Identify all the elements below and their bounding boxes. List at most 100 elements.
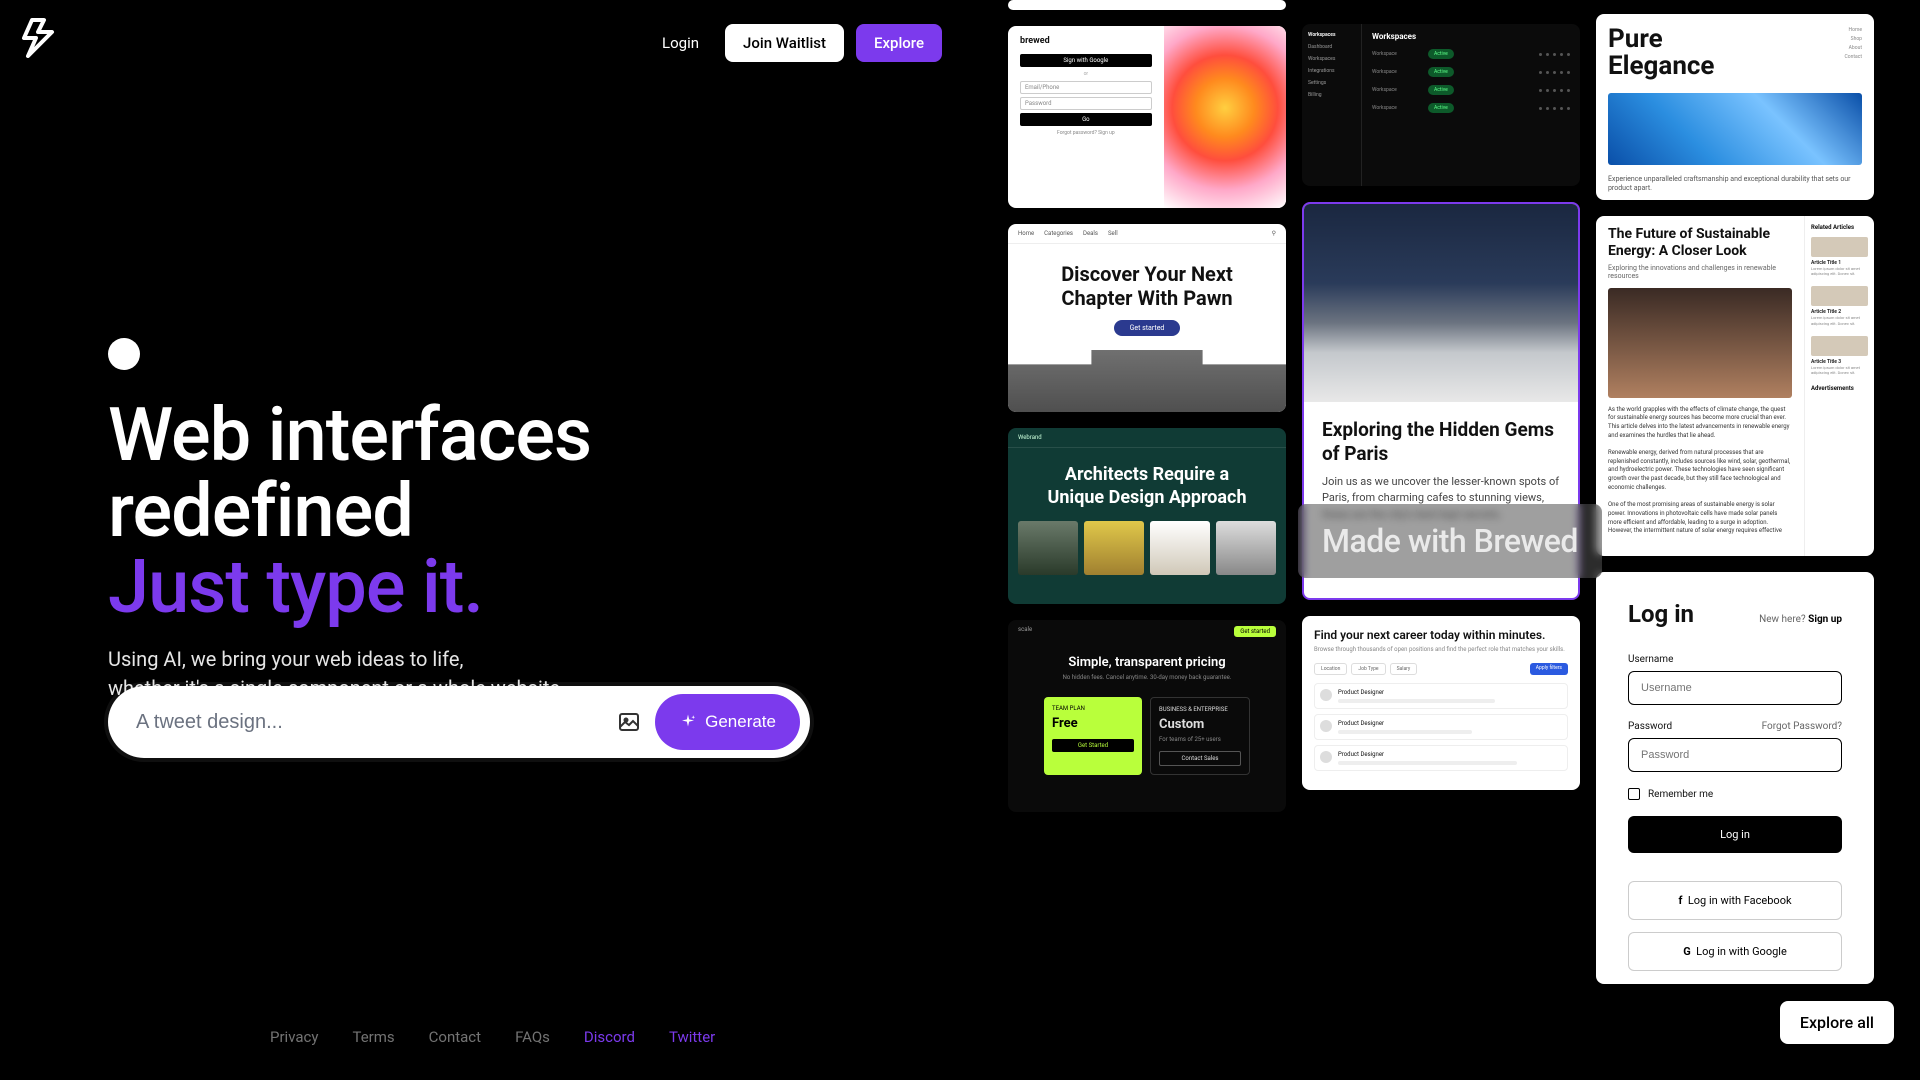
card-sidebar: Workspaces Dashboard Workspaces Integrat… bbox=[1302, 24, 1362, 186]
login-facebook-button: f Log in with Facebook bbox=[1628, 881, 1842, 920]
card-title: Simple, transparent pricing bbox=[1008, 655, 1286, 670]
card-title: PureElegance bbox=[1608, 26, 1714, 81]
gallery-card-brewed-login[interactable]: brewed Sign with Google or Email/Phone P… bbox=[1008, 26, 1286, 208]
workspace-row: WorkspaceActive bbox=[1372, 103, 1570, 113]
remember-label: Remember me bbox=[1648, 789, 1713, 800]
footer-terms[interactable]: Terms bbox=[352, 1028, 394, 1046]
nav-item: Sell bbox=[1108, 230, 1118, 237]
footer-faqs[interactable]: FAQs bbox=[515, 1028, 550, 1046]
password-input bbox=[1628, 738, 1842, 772]
filter-chip: Salary bbox=[1390, 663, 1418, 675]
gallery-card-architects[interactable]: Webrand Architects Require a Unique Desi… bbox=[1008, 428, 1286, 604]
related-article: Article Title 3Lorem ipsum dolor sit ame… bbox=[1811, 336, 1868, 375]
footer-privacy[interactable]: Privacy bbox=[270, 1028, 318, 1046]
card-subtitle: Exploring the innovations and challenges… bbox=[1608, 264, 1792, 280]
hero-title: Web interfaces redefined Just type it. bbox=[108, 398, 828, 627]
plan-desc: For teams of 25+ users bbox=[1159, 736, 1241, 743]
gallery: brewed Sign with Google or Email/Phone P… bbox=[1008, 0, 1920, 1080]
card-nav: scale Get started bbox=[1008, 620, 1286, 643]
plan-tag: TEAM PLAN bbox=[1052, 705, 1134, 712]
card-brand: scale bbox=[1018, 626, 1032, 637]
card-main: Workspaces WorkspaceActive WorkspaceActi… bbox=[1362, 24, 1580, 186]
forgot-password-link: Forgot Password? bbox=[1762, 721, 1842, 738]
footer-discord[interactable]: Discord bbox=[584, 1028, 635, 1046]
plan-button: Contact Sales bbox=[1159, 751, 1241, 766]
card-button: Go bbox=[1020, 113, 1152, 126]
prompt-input[interactable] bbox=[136, 711, 603, 734]
checkbox-icon bbox=[1628, 788, 1640, 800]
image-upload-icon[interactable] bbox=[617, 710, 641, 734]
plan-button: Get Started bbox=[1052, 739, 1134, 752]
gallery-card-career[interactable]: Find your next career today within minut… bbox=[1302, 616, 1580, 790]
remember-me: Remember me bbox=[1628, 788, 1842, 800]
card-subtitle: No hidden fees. Cancel anytime. 30-day m… bbox=[1008, 674, 1286, 681]
login-button: Log in bbox=[1628, 816, 1842, 853]
footer-links: Privacy Terms Contact FAQs Discord Twitt… bbox=[270, 1028, 715, 1046]
gallery-card-pure-elegance[interactable]: PureElegance HomeShopAboutContact Experi… bbox=[1596, 14, 1874, 200]
username-label: Username bbox=[1628, 654, 1842, 665]
sidebar-item: Dashboard bbox=[1308, 44, 1355, 50]
card-title: Architects Require a Unique Design Appro… bbox=[1008, 448, 1286, 521]
job-row: Product Designer bbox=[1314, 714, 1568, 740]
footer-contact[interactable]: Contact bbox=[429, 1028, 481, 1046]
card-subtitle: Browse through thousands of open positio… bbox=[1314, 646, 1568, 653]
card-cta: Get started bbox=[1234, 626, 1276, 637]
username-input bbox=[1628, 671, 1842, 705]
apply-button: Apply filters bbox=[1530, 663, 1568, 675]
login-link[interactable]: Login bbox=[648, 26, 713, 60]
gallery-card-workspaces[interactable]: Workspaces Dashboard Workspaces Integrat… bbox=[1302, 24, 1580, 186]
related-article: Article Title 1Lorem ipsum dolor sit ame… bbox=[1811, 237, 1868, 276]
prompt-bar: Generate bbox=[108, 686, 810, 758]
sidebar-ads-title: Advertisements bbox=[1811, 385, 1868, 392]
job-title: Product Designer bbox=[1338, 751, 1562, 758]
hero-dot-icon bbox=[108, 338, 140, 370]
nav-item: Deals bbox=[1083, 230, 1098, 237]
card-body: Experience unparalleled craftsmanship an… bbox=[1596, 165, 1874, 200]
logo[interactable] bbox=[14, 14, 62, 66]
join-waitlist-button[interactable]: Join Waitlist bbox=[725, 24, 844, 62]
password-label: Password bbox=[1628, 721, 1672, 732]
sidebar-item: Integrations bbox=[1308, 68, 1355, 74]
card-body: As the world grapples with the effects o… bbox=[1608, 406, 1792, 536]
card-image bbox=[1608, 93, 1862, 165]
card-field: Email/Phone bbox=[1020, 81, 1152, 94]
card-nav: Webrand bbox=[1008, 428, 1286, 448]
made-with-badge: Made with Brewed bbox=[1298, 504, 1602, 578]
gallery-card-pawn[interactable]: Home Categories Deals Sell ⚲ Discover Yo… bbox=[1008, 224, 1286, 412]
card-field: Password bbox=[1020, 97, 1152, 110]
hero-title-line2: Just type it. bbox=[108, 544, 483, 631]
filter-chip: Job Type bbox=[1351, 663, 1385, 675]
card-divider: or bbox=[1020, 71, 1152, 77]
footer-twitter[interactable]: Twitter bbox=[669, 1028, 715, 1046]
explore-button[interactable]: Explore bbox=[856, 24, 942, 62]
signup-link: New here? Sign up bbox=[1759, 614, 1842, 625]
nav-item: Home bbox=[1018, 230, 1034, 237]
gallery-card[interactable] bbox=[1008, 0, 1286, 10]
sidebar-title: Workspaces bbox=[1308, 32, 1355, 38]
explore-all-button[interactable]: Explore all bbox=[1780, 1001, 1894, 1044]
gallery-card-pricing[interactable]: scale Get started Simple, transparent pr… bbox=[1008, 620, 1286, 812]
workspace-row: WorkspaceActive bbox=[1372, 85, 1570, 95]
generate-button[interactable]: Generate bbox=[655, 694, 800, 750]
login-title: Log in bbox=[1628, 600, 1694, 628]
generate-label: Generate bbox=[705, 712, 776, 732]
hero-title-line1: Web interfaces redefined bbox=[108, 392, 591, 555]
job-title: Product Designer bbox=[1338, 689, 1562, 696]
gallery-card-sustainable[interactable]: The Future of Sustainable Energy: A Clos… bbox=[1596, 216, 1874, 556]
plan-name: Custom bbox=[1159, 717, 1241, 732]
filter-chip: Location bbox=[1314, 663, 1347, 675]
sparkle-icon bbox=[679, 713, 697, 731]
sidebar-item: Billing bbox=[1308, 92, 1355, 98]
job-row: Product Designer bbox=[1314, 683, 1568, 709]
card-title: Workspaces bbox=[1372, 32, 1570, 41]
card-title: The Future of Sustainable Energy: A Clos… bbox=[1608, 226, 1792, 260]
job-title: Product Designer bbox=[1338, 720, 1562, 727]
plan-tag: BUSINESS & ENTERPRISE bbox=[1159, 706, 1241, 713]
card-button: Sign with Google bbox=[1020, 54, 1152, 67]
gallery-card-login[interactable]: Log in New here? Sign up Username Passwo… bbox=[1596, 572, 1874, 984]
card-title: Discover Your Next Chapter With Pawn bbox=[1008, 244, 1286, 320]
card-title: Find your next career today within minut… bbox=[1314, 628, 1568, 642]
hero-sub-line1: Using AI, we bring your web ideas to lif… bbox=[108, 647, 463, 671]
sidebar-item: Workspaces bbox=[1308, 56, 1355, 62]
card-image bbox=[1304, 204, 1578, 402]
